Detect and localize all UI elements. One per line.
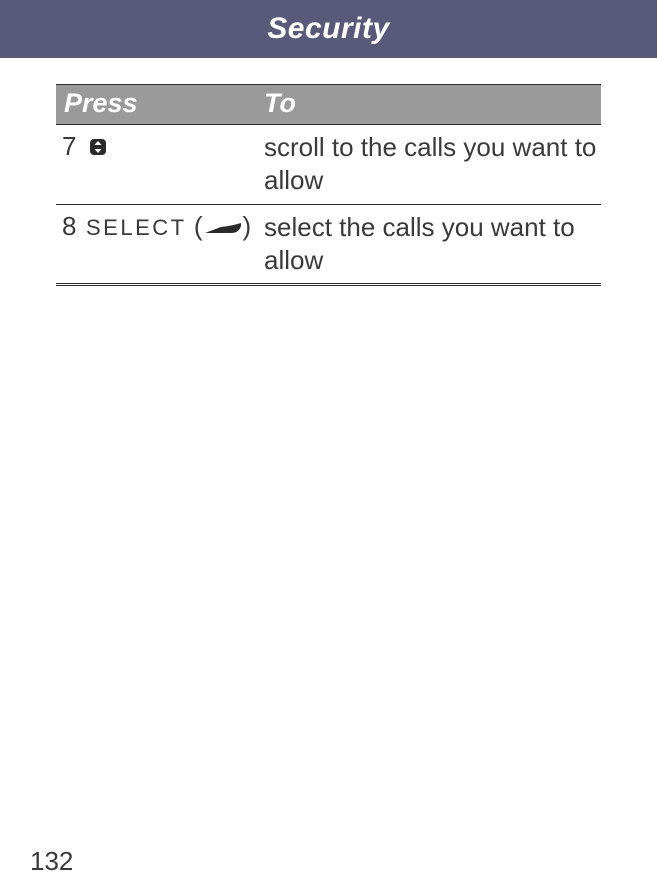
step-number: 8 (56, 204, 86, 285)
table-row: 7 scroll to the calls you want to allow (56, 125, 601, 205)
page-header-band: Security (0, 0, 657, 58)
open-paren: ( (194, 211, 203, 241)
page-title: Security (267, 12, 389, 46)
col-header-press: Press (56, 85, 264, 125)
softkey-icon (203, 211, 243, 241)
to-cell: select the calls you want to allow (264, 204, 601, 285)
to-cell: scroll to the calls you want to allow (264, 125, 601, 205)
press-cell (86, 125, 264, 205)
instruction-table: Press To 7 scroll to the calls you want … (56, 84, 601, 286)
table-row: 8 SELECT ( ) select the calls you want t… (56, 204, 601, 285)
col-header-to: To (264, 85, 601, 125)
step-number: 7 (56, 125, 86, 205)
softkey-label: SELECT (86, 215, 187, 240)
table-header-row: Press To (56, 85, 601, 125)
press-cell: SELECT ( ) (86, 204, 264, 285)
page-number: 132 (30, 846, 73, 877)
page-content: Press To 7 scroll to the calls you want … (0, 58, 657, 286)
scroll-icon (86, 131, 110, 161)
close-paren: ) (243, 211, 252, 241)
